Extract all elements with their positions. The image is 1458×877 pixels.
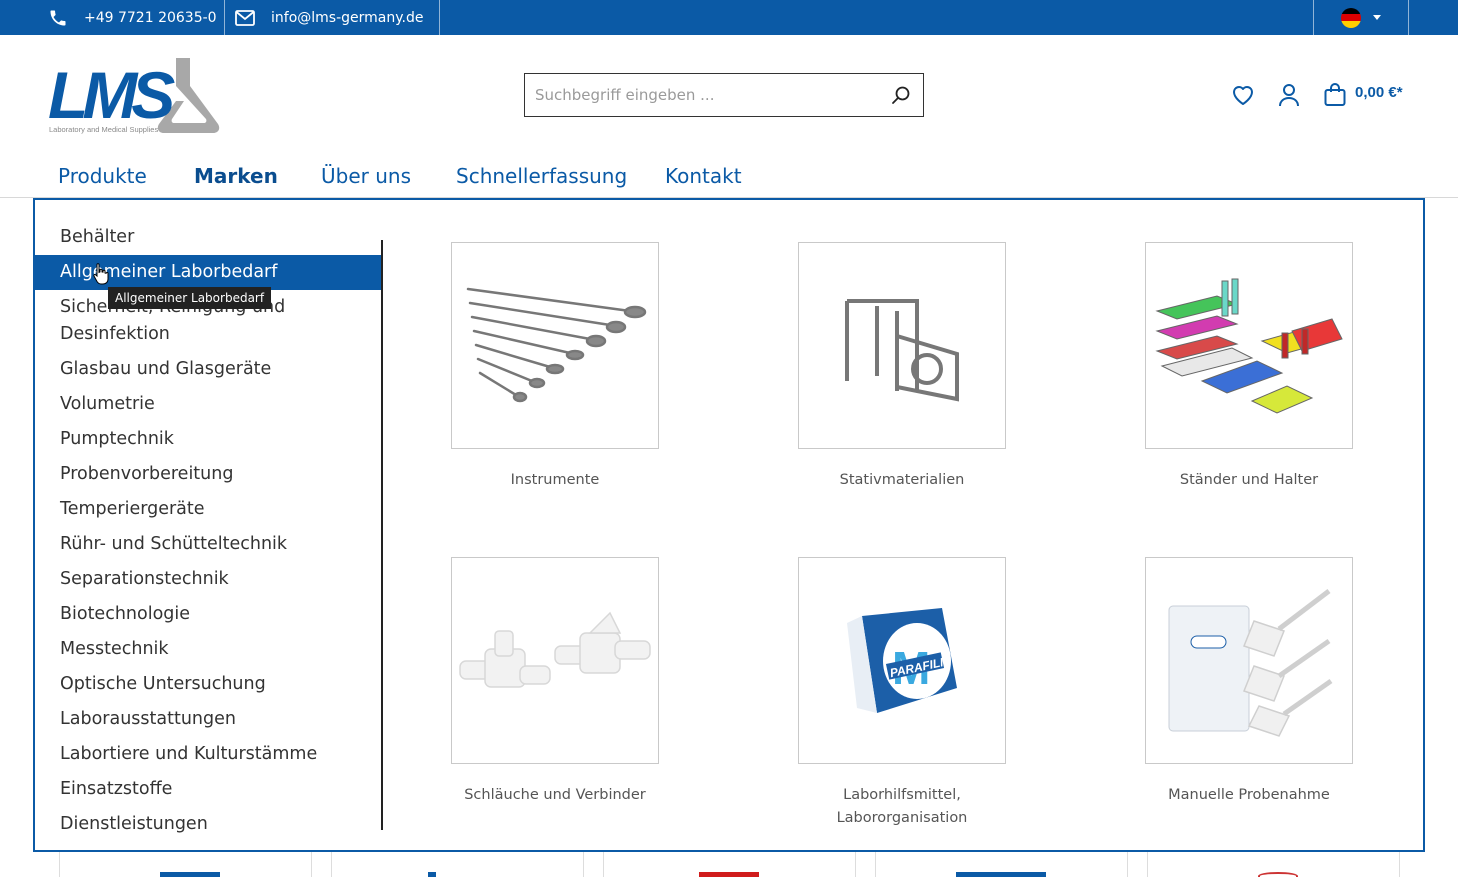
top-bar: +49 7721 20635-0 info@lms-germany.de <box>0 0 1458 35</box>
nav-item-produkte[interactable]: Produkte <box>58 164 147 188</box>
category-item[interactable]: Glasbau und Glasgeräte <box>35 356 383 383</box>
search-icon <box>892 86 910 104</box>
shopping-bag-icon <box>1324 83 1346 106</box>
subcategory-label[interactable]: Laborhilfsmittel, Labororganisation <box>752 784 1052 830</box>
subcategory-label[interactable]: Ständer und Halter <box>1099 469 1399 492</box>
svg-text:Laboratory and Medical Supplie: Laboratory and Medical Supplies <box>49 125 158 134</box>
spatula-instruments-icon <box>466 287 647 402</box>
category-item[interactable]: Dienstleistungen <box>35 811 383 838</box>
brand-tile[interactable] <box>1147 852 1400 877</box>
category-item[interactable]: Labortiere und Kulturstämme <box>35 741 383 768</box>
subcategory-tile-schlaeuche-und-verbinder[interactable] <box>451 557 659 764</box>
tube-racks-icon <box>1154 278 1343 414</box>
phone-link[interactable]: +49 7721 20635-0 <box>48 0 217 35</box>
wishlist-button[interactable] <box>1230 82 1256 108</box>
subcategory-label[interactable]: Manuelle Probenahme <box>1099 784 1399 807</box>
category-divider <box>381 240 383 830</box>
hand-cursor-icon <box>93 263 109 285</box>
language-switcher[interactable] <box>1314 0 1408 35</box>
category-item[interactable]: Biotechnologie <box>35 601 383 628</box>
search-box <box>524 73 924 117</box>
tube-connector-icon <box>459 611 651 688</box>
category-item[interactable]: Probenvorbereitung <box>35 461 383 488</box>
category-item[interactable]: Temperiergeräte <box>35 496 383 523</box>
category-item[interactable]: Einsatzstoffe <box>35 776 383 803</box>
search-button[interactable] <box>879 74 923 116</box>
brand-tile[interactable] <box>59 852 312 877</box>
lms-logo-icon: LMS Laboratory and Medical Supplies <box>48 58 220 134</box>
flyout-top-border <box>33 198 1425 200</box>
category-item[interactable]: Messtechnik <box>35 636 383 663</box>
subcategory-tile-instrumente[interactable] <box>451 242 659 449</box>
email-link[interactable]: info@lms-germany.de <box>235 0 423 35</box>
svg-text:LMS: LMS <box>48 58 175 132</box>
account-button[interactable] <box>1276 82 1302 108</box>
category-item[interactable]: Volumetrie <box>35 391 383 418</box>
category-item[interactable]: Laborausstattungen <box>35 706 383 733</box>
subcategory-tile-manuelle-probenahme[interactable] <box>1145 557 1353 764</box>
cart-button[interactable] <box>1322 82 1348 108</box>
phone-number: +49 7721 20635-0 <box>84 9 217 26</box>
sample-scoops-icon <box>1168 588 1333 737</box>
category-item[interactable]: Rühr- und Schütteltechnik <box>35 531 383 558</box>
search-input[interactable] <box>525 75 879 115</box>
cart-total[interactable]: 0,00 €* <box>1355 84 1403 101</box>
brand-tile[interactable] <box>331 852 584 877</box>
chevron-down-icon <box>1373 15 1381 20</box>
email-address: info@lms-germany.de <box>271 9 424 26</box>
category-item-active[interactable]: Allgemeiner Laborbedarf <box>35 255 383 290</box>
subcategory-label[interactable]: Schläuche und Verbinder <box>405 784 705 807</box>
mail-icon <box>235 9 255 26</box>
brand-tile[interactable] <box>603 852 856 877</box>
nav-item-schnellerfassung[interactable]: Schnellerfassung <box>456 164 627 188</box>
tripod-stand-icon <box>845 298 959 401</box>
heart-icon <box>1233 86 1253 105</box>
subcategory-label[interactable]: Instrumente <box>405 469 705 492</box>
site-logo[interactable]: LMS Laboratory and Medical Supplies <box>48 55 233 135</box>
topbar-divider <box>439 0 440 35</box>
tooltip: Allgemeiner Laborbedarf <box>108 287 272 309</box>
flag-de-icon <box>1341 7 1361 28</box>
category-item[interactable]: Separationstechnik <box>35 566 383 593</box>
topbar-divider <box>224 0 225 35</box>
nav-item-marken[interactable]: Marken <box>194 164 278 188</box>
nav-item-ueber-uns[interactable]: Über uns <box>321 164 411 188</box>
category-item[interactable]: Optische Untersuchung <box>35 671 383 698</box>
subcategory-tile-staender-und-halter[interactable] <box>1145 242 1353 449</box>
subcategory-tile-laborhilfsmittel[interactable]: M PARAFILM <box>798 557 1006 764</box>
category-item[interactable]: Pumptechnik <box>35 426 383 453</box>
phone-icon <box>50 10 66 25</box>
category-item[interactable]: Behälter <box>35 224 383 251</box>
brand-tile[interactable] <box>875 852 1128 877</box>
main-navigation: Produkte Marken Über uns Schnellerfassun… <box>0 160 1458 198</box>
user-icon <box>1279 84 1299 107</box>
subcategory-tile-stativmaterialien[interactable] <box>798 242 1006 449</box>
topbar-divider <box>1408 0 1409 35</box>
nav-item-kontakt[interactable]: Kontakt <box>665 164 742 188</box>
parafilm-box-icon: M PARAFILM <box>847 607 957 713</box>
subcategory-label[interactable]: Stativmaterialien <box>752 469 1052 492</box>
